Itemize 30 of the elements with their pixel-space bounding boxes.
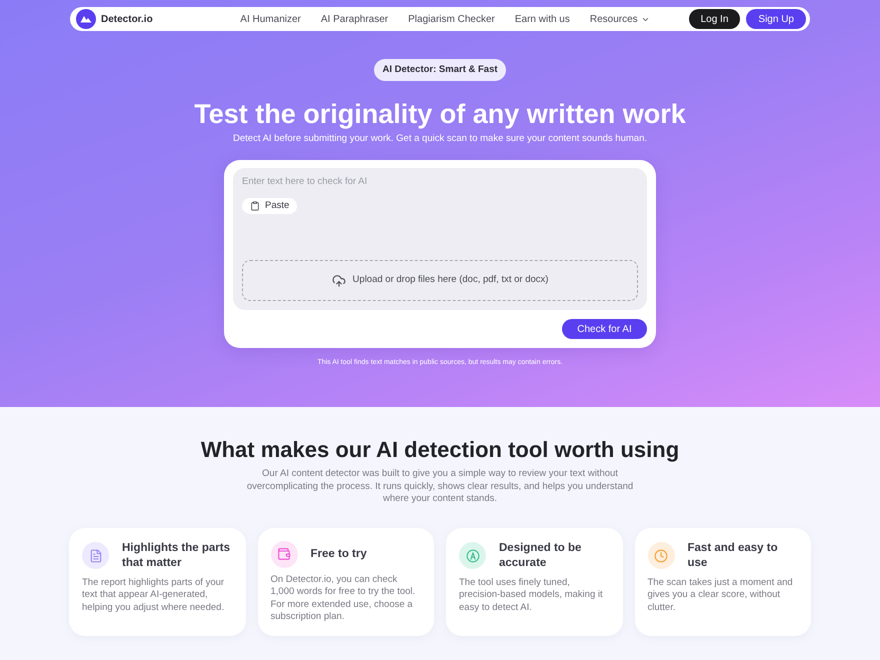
signup-button[interactable]: Sign Up <box>746 9 806 29</box>
hero-title: Test the originality of any written work <box>194 98 686 130</box>
nav-link[interactable]: Plagiarism Checker <box>408 12 495 26</box>
feature-title: Designed to be accurate <box>499 540 582 570</box>
login-button[interactable]: Log In <box>688 9 740 29</box>
features-description: Our AI content detector was built to give you a simple way to review your text without overcomplicating the process. It runs quickly, shows clear results, and helps you understand where your content stands. <box>246 468 634 506</box>
hero-subtitle: Detect AI before submitting your work. Get a quick scan to make sure your content sounds human. <box>233 133 647 145</box>
feature-title: Free to try <box>310 546 367 562</box>
nav-link[interactable]: Resources <box>590 12 650 26</box>
feature-text: The scan takes just a moment and gives you a clear score, without clutter. <box>648 576 794 614</box>
document-icon <box>82 542 109 569</box>
check-for-ai-button[interactable]: Check for AI <box>562 319 647 339</box>
nav-link[interactable]: AI Humanizer <box>240 12 301 26</box>
nav-link[interactable]: Earn with us <box>514 12 570 26</box>
feature-text: On Detector.io, you can check 1,000 words for free to try the tool. For more extended use, choose a subscription plan. <box>270 574 416 624</box>
feature-text: The tool uses finely tuned, precision-based models, making it easy to detect AI. <box>459 576 604 614</box>
text-input-field[interactable]: Enter text here to check for AI <box>242 175 638 189</box>
feature-title: Fast and easy to use <box>688 540 779 570</box>
nav-link[interactable]: AI Paraphraser <box>320 12 388 26</box>
cloud-upload-icon <box>332 274 346 288</box>
clock-icon <box>648 542 674 569</box>
feature-title: Highlights the parts that matter <box>122 540 231 570</box>
upload-dropzone[interactable]: Upload or drop files here (doc, pdf, txt or docx) <box>242 260 638 301</box>
logo-text: Detector.io <box>101 12 153 26</box>
feature-text: The report highlights parts of your text that appear AI-generated, helping you adjust where needed. <box>82 576 226 614</box>
wallet-icon <box>270 540 298 568</box>
features-title: What makes our AI detection tool worth using <box>200 437 680 463</box>
hero-badge: AI Detector: Smart & Fast <box>374 59 506 81</box>
clipboard-icon <box>250 201 260 211</box>
paste-button[interactable]: Paste <box>242 198 298 214</box>
